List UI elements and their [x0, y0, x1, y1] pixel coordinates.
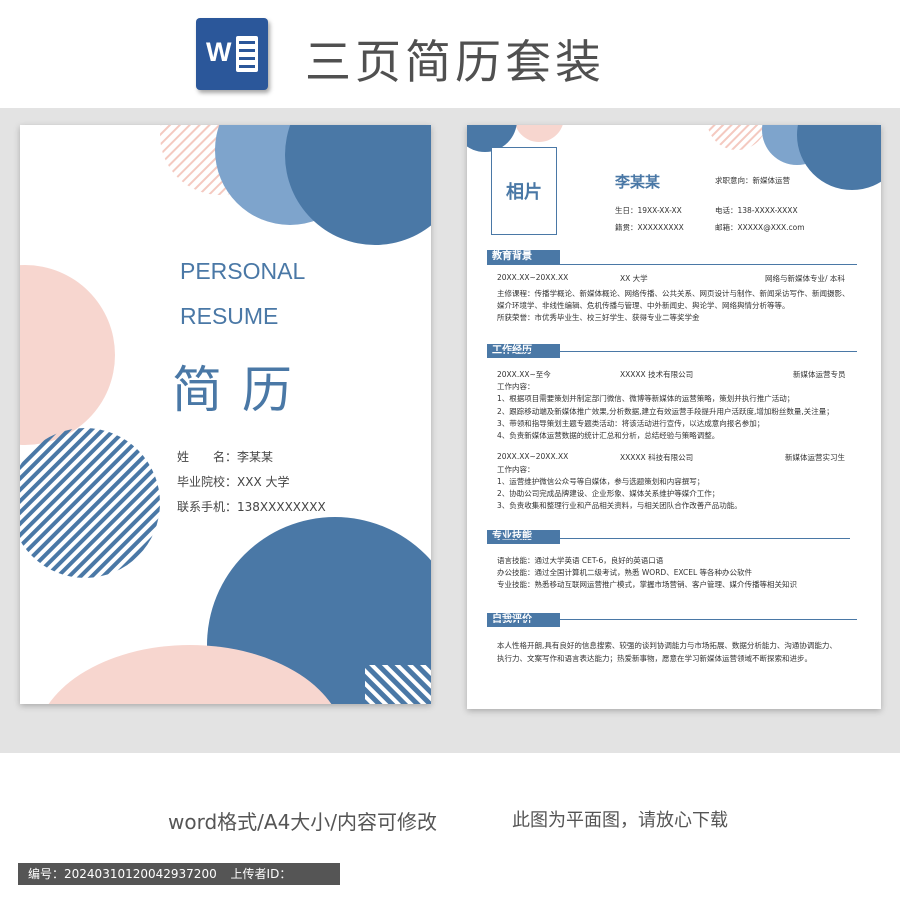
cover-info-row: 毕业院校：XXX 大学 [177, 475, 290, 489]
cover-page: PERSONAL RESUME 简 历 姓 名：李某某 毕业院校：XXX 大学 … [20, 125, 431, 704]
resume-name: 李某某 [615, 173, 661, 191]
footer-band: 编号：20240310120042937200 上传者ID： 2220274 [18, 863, 340, 903]
section-self-eval: 自我评价 [487, 613, 560, 627]
job-date: 20XX.XX~20XX.XX [497, 452, 569, 461]
birth: 生日：19XX-XX-XX [615, 206, 682, 215]
word-icon-letter: W [206, 37, 232, 67]
download-caption: 此图为平面图，请放心下载 [512, 810, 728, 831]
job-title: 新媒体运营专员 [793, 370, 846, 379]
cover-chinese-title: 简 历 [172, 361, 294, 419]
job-content-label: 工作内容： [497, 382, 535, 391]
skill-item: 语言技能：通过大学英语 CET-6，良好的英语口语 [497, 556, 664, 565]
resume-page: 相片 李某某 求职意向：新媒体运营 生日：19XX-XX-XX 籍贯：XXXXX… [467, 125, 881, 709]
cover-english-title-line1: PERSONAL [180, 258, 306, 284]
job-company: XXXXX 技术有限公司 [620, 370, 694, 379]
section-line [487, 619, 857, 620]
job-content-label: 工作内容： [497, 465, 535, 474]
edu-courses-cont: 媒介环境学、非线性编辑、危机传播与管理、中外新闻史、舆论学、网络舆情分析等等。 [497, 301, 790, 310]
photo-box: 相片 [491, 147, 557, 235]
section-skills: 专业技能 [487, 530, 560, 544]
hometown: 籍贯：XXXXXXXXX [615, 223, 684, 232]
skill-item: 办公技能：通过全国计算机二级考试，熟悉 WORD、EXCEL 等各种办公软件 [497, 568, 753, 577]
email: 邮箱：XXXXX@XXX.com [715, 223, 805, 232]
phone: 电话：138-XXXX-XXXX [715, 206, 798, 215]
photo-label: 相片 [506, 182, 542, 203]
section-line [487, 538, 850, 539]
edu-major: 网络与新媒体专业/ 本科 [765, 274, 845, 283]
cover-english-title-line2: RESUME [180, 303, 279, 329]
footer-uploader: 2220274 [18, 889, 72, 903]
job-item: 2、协助公司完成品牌建设、企业形象、媒体关系维护等媒介工作； [497, 489, 720, 498]
job-date: 20XX.XX~至今 [497, 370, 551, 379]
edu-school: XX 大学 [620, 274, 648, 283]
cover-info-row: 姓 名：李某某 [177, 450, 274, 464]
self-eval-line: 本人性格开朗,具有良好的信息搜索、较强的谈判协调能力与市场拓展、数据分析能力、沟… [497, 641, 837, 650]
job-item: 4、负责新媒体运营数据的统计汇总和分析，总结经验与策略调整。 [497, 431, 720, 440]
skill-item: 专业技能：熟悉移动互联网运营推广模式，掌握市场营销、客户管理、媒介传播等相关知识 [497, 580, 797, 589]
footer-id-label: 编号： [28, 867, 65, 881]
footer-id: 20240310120042937200 [64, 867, 217, 881]
self-eval-line: 执行力、文案写作和语言表达能力；热爱新事物，愿意在学习新媒体运营领域不断探索和进… [497, 654, 812, 663]
section-line [487, 351, 857, 352]
page-title: 三页简历套装 [305, 35, 605, 89]
job-item: 1、运营维护微信公众号等自媒体，参与选题策划和内容撰写； [497, 477, 705, 486]
edu-courses: 主修课程：传播学概论、新媒体概论、网络传播、公共关系、网页设计与制作、新闻采访写… [497, 289, 850, 298]
format-caption: word格式/A4大小/内容可修改 [168, 810, 438, 834]
edu-honors: 所获荣誉：市优秀毕业生、校三好学生、获得专业二等奖学金 [497, 313, 700, 322]
job-item: 2、跟踪移动端及新媒体推广效果,分析数据,建立有效运营手段提升用户活跃度,增加粉… [497, 407, 834, 416]
job-company: XXXXX 科技有限公司 [620, 453, 694, 462]
job-item: 1、根据项目需要策划并制定部门微信、微博等新媒体的运营策略，策划并执行推广活动； [497, 394, 795, 403]
cover-info: 姓 名：李某某 毕业院校：XXX 大学 联系手机：138XXXXXXXX [177, 445, 326, 520]
job-item: 3、带领和指导策划主题专题类活动：将该活动进行宣传，以达成意向报名参加； [497, 419, 765, 428]
section-line [487, 264, 857, 265]
section-education: 教育背景 [487, 250, 560, 264]
job-item: 3、负责收集和整理行业和产品相关资料，与相关团队合作改善产品功能。 [497, 501, 742, 510]
footer-uploader-label: 上传者ID： [230, 867, 292, 881]
job-target: 求职意向：新媒体运营 [715, 176, 790, 185]
cover-info-row: 联系手机：138XXXXXXXX [177, 500, 326, 514]
edu-date: 20XX.XX~20XX.XX [497, 273, 569, 282]
word-icon: W [196, 18, 268, 90]
job-title: 新媒体运营实习生 [785, 453, 845, 462]
